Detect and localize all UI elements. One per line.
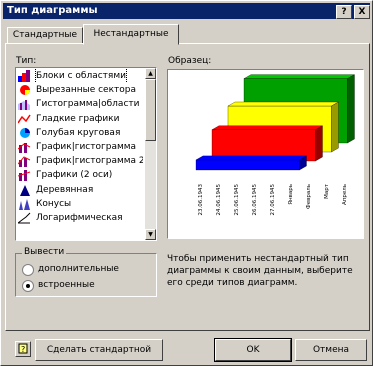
x-category-label: Февраль [306, 184, 312, 209]
list-item-label: Гистограмма|области [36, 99, 140, 110]
type-list-scrollbar[interactable]: ▲ ▼ [145, 68, 156, 240]
preview-chart: 0123456723.06.194324.06.194525.06.194526… [195, 74, 373, 216]
log-chart-icon [17, 212, 32, 224]
list-item-label: График|гистограмма 2 [36, 156, 143, 167]
x-category-label: Март [324, 183, 330, 199]
list-item[interactable]: Блоки с областями [17, 69, 143, 84]
list-item[interactable]: Конусы [17, 197, 143, 211]
list-item-label: Блоки с областями [35, 69, 127, 84]
list-item[interactable]: Логарифмическая [17, 211, 143, 225]
series-2-side-face [315, 125, 323, 162]
ok-button[interactable]: OK [214, 338, 292, 362]
help-title-button[interactable]: ? [336, 5, 352, 19]
line-column-icon [17, 141, 32, 153]
blocks-area-icon [18, 70, 32, 82]
wooden-chart-icon [18, 184, 32, 196]
scroll-thumb[interactable] [145, 79, 156, 141]
list-item-label: Вырезанные сектора [36, 85, 137, 96]
list-item[interactable]: График|гистограмма 2 [17, 154, 143, 168]
list-item-label: Голубая круговая [36, 127, 121, 138]
tab-custom[interactable]: Нестандартные [83, 24, 179, 45]
column-area-icon [18, 98, 32, 111]
smooth-line-icon [17, 113, 32, 125]
list-item[interactable]: Вырезанные сектора [17, 83, 143, 97]
x-category-label: 27.06.1945 [270, 184, 276, 216]
source-group-label: Вывести [22, 247, 67, 257]
radio-user-defined-circle[interactable] [22, 264, 34, 276]
series-1-top-face [195, 155, 308, 161]
x-category-label: Январь [288, 184, 294, 205]
series-3-side-face [331, 101, 339, 153]
title-bar: Тип диаграммы ? X [3, 3, 370, 19]
exploded-pie-icon [18, 84, 32, 96]
list-item-label: График|гистограмма [36, 141, 137, 152]
close-button[interactable]: X [354, 5, 370, 19]
window-title: Тип диаграммы [7, 5, 98, 16]
list-item-label: Гладкие графики [36, 113, 120, 124]
cancel-button[interactable]: Отмена [295, 339, 367, 361]
chart-type-list[interactable]: Блоки с областями Вырезанные сектора Гисто… [15, 67, 157, 241]
blue-pie-icon [18, 127, 32, 139]
radio-built-in-circle[interactable] [22, 280, 34, 292]
x-category-label: 23.06.1943 [198, 184, 204, 216]
list-item-label: Конусы [36, 198, 72, 209]
list-item[interactable]: Деревянная [17, 183, 143, 197]
office-assistant-help-button[interactable]: ? [15, 341, 31, 357]
type-label: Тип: [16, 56, 37, 66]
x-category-label: Апрель [342, 184, 348, 205]
preview-label: Образец: [168, 56, 212, 66]
list-item-label: Деревянная [36, 184, 94, 195]
x-category-label: 25.06.1945 [234, 184, 240, 216]
chart-preview: 0123456723.06.194324.06.194525.06.194526… [167, 69, 373, 239]
assistant-icon: ? [18, 343, 28, 354]
series-1-front-face [195, 159, 300, 171]
radio-built-in-label: встроенные [38, 280, 95, 290]
x-category-label: 24.06.1945 [216, 184, 222, 216]
tab-standard[interactable]: Стандартные [7, 27, 83, 44]
list-item[interactable]: Гладкие графики [17, 112, 143, 126]
description-text: Чтобы применить нестандартный тип диагра… [167, 254, 353, 288]
chart-type-dialog: Тип диаграммы ? X Стандартные Нестандарт… [0, 0, 373, 366]
scroll-down-arrow-icon[interactable]: ▼ [145, 229, 156, 240]
list-item-label: Графики (2 оси) [36, 170, 113, 181]
series-3-top-face [227, 101, 340, 107]
x-category-label: 26.06.1945 [252, 184, 258, 216]
list-item[interactable]: Графики (2 оси) [17, 168, 143, 182]
svg-text:?: ? [21, 345, 25, 354]
radio-user-defined-label: дополнительные [38, 264, 119, 274]
list-item[interactable]: Голубая круговая [17, 126, 143, 140]
set-as-default-button[interactable]: Сделать стандартной [35, 339, 163, 361]
list-item[interactable]: Гистограмма|области [17, 97, 143, 111]
list-item[interactable]: График|гистограмма [17, 140, 143, 154]
source-groupbox: Вывести дополнительные встроенные [15, 247, 157, 297]
series-4-side-face [347, 74, 355, 144]
cones-icon [18, 198, 32, 210]
lines-2-axes-icon [17, 169, 32, 182]
series-2-top-face [211, 125, 324, 130]
series-4-top-face [243, 74, 356, 79]
line-column-2-icon [17, 155, 32, 168]
scroll-up-arrow-icon[interactable]: ▲ [145, 68, 156, 79]
list-item-label: Логарифмическая [36, 212, 123, 223]
